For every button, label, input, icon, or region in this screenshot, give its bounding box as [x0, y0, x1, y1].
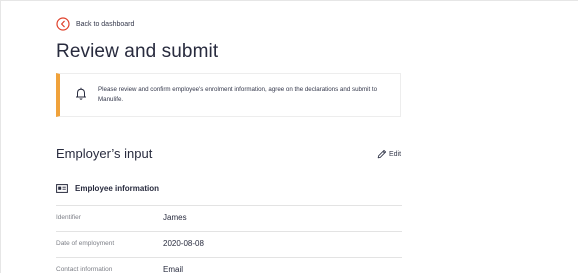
identifier-value: James [163, 213, 187, 222]
page-title: Review and submit [56, 41, 219, 62]
divider [56, 257, 402, 258]
divider [56, 231, 402, 232]
chevron-left-circle-icon [56, 17, 70, 31]
employee-information-heading: Employee information [56, 184, 159, 193]
employer-input-heading: Employer’s input [56, 146, 153, 161]
contact-information-label: Contact information [56, 266, 113, 273]
edit-label: Edit [389, 150, 402, 158]
back-link-label: Back to dashboard [76, 20, 135, 28]
divider [56, 205, 402, 206]
identifier-label: Identifier [56, 214, 81, 221]
bell-icon [76, 87, 86, 100]
notice-banner: Please review and confirm employee's enr… [56, 73, 401, 117]
page-frame: Back to dashboard Review and submit Plea… [0, 0, 578, 274]
back-to-dashboard-link[interactable]: Back to dashboard [56, 17, 134, 31]
employee-information-label: Employee information [75, 184, 160, 193]
notice-text: Please review and confirm employee's enr… [98, 86, 378, 103]
pencil-icon [377, 149, 387, 159]
date-of-employment-label: Date of employment [56, 240, 115, 247]
edit-button[interactable]: Edit [377, 149, 401, 159]
id-card-icon [56, 184, 68, 193]
date-of-employment-value: 2020-08-08 [163, 239, 204, 248]
